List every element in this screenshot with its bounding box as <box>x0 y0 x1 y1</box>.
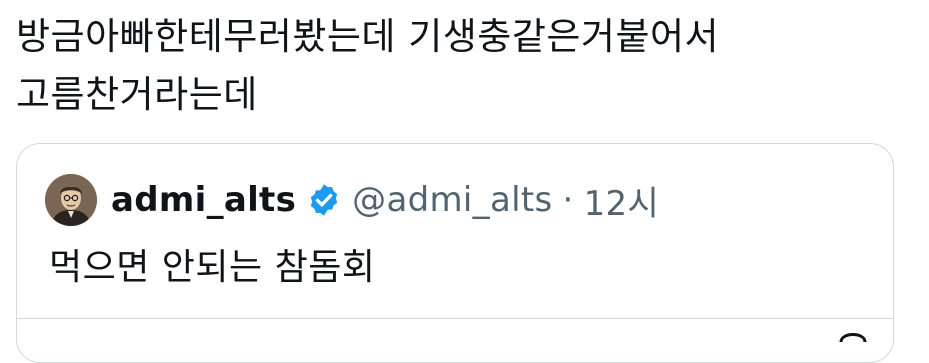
quoted-display-name[interactable]: admi_alts <box>111 180 296 220</box>
quoted-media-divider <box>17 318 893 319</box>
quoted-timestamp[interactable]: 12시 <box>584 176 659 225</box>
verified-badge-icon <box>310 184 338 216</box>
meta-separator: · <box>562 180 574 220</box>
quoted-handle[interactable]: @admi_alts <box>352 180 552 220</box>
quoted-tweet-card[interactable]: admi_alts @admi_alts · 12시 먹으면 안되는 참돔회 <box>16 143 894 363</box>
tweet-text-line-2: 고름찬거라는데 <box>16 73 258 116</box>
avatar-illustration-icon <box>45 174 97 226</box>
quoted-tweet-header: admi_alts @admi_alts · 12시 <box>45 172 659 228</box>
tweet-text-line-1: 방금아빠한테무러봤는데 기생충같은거붙어서 <box>16 15 720 58</box>
quoted-tweet-text: 먹으면 안되는 참돔회 <box>49 247 376 288</box>
tweet-text: 방금아빠한테무러봤는데 기생충같은거붙어서 고름찬거라는데 <box>16 8 896 124</box>
media-preview-icon <box>839 333 867 343</box>
avatar[interactable] <box>45 174 97 226</box>
